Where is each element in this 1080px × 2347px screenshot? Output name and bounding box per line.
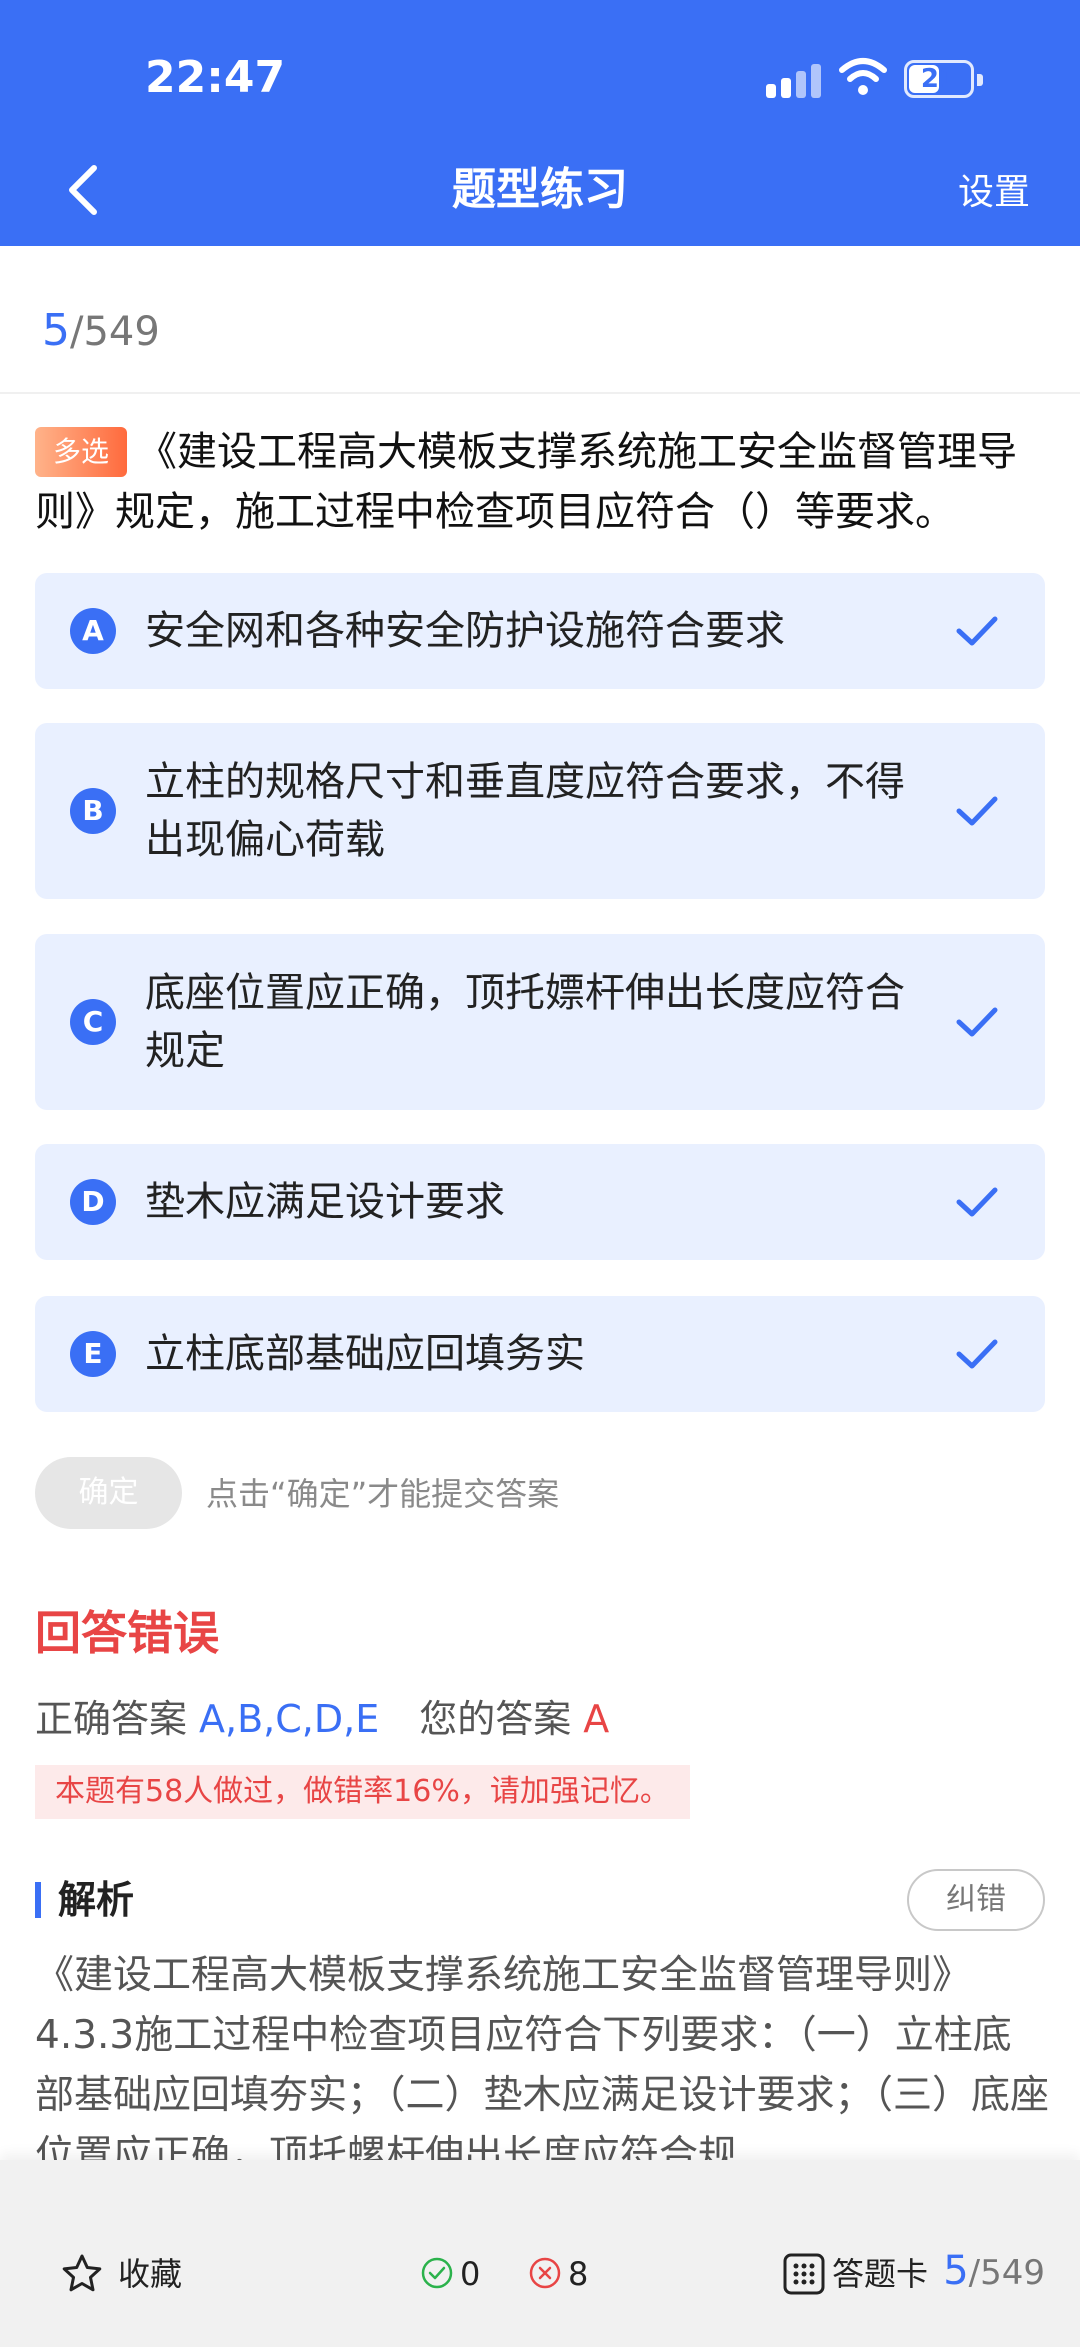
correct-count: 0 (460, 2255, 481, 2293)
option-e[interactable]: E 立柱底部基础应回填务实 (35, 1296, 1045, 1412)
result-title: 回答错误 (35, 1606, 219, 1660)
error-rate-notice: 本题有58人做过，做错率16%，请加强记忆。 (35, 1765, 690, 1819)
your-answer-value: A (583, 1697, 610, 1741)
favorite-button[interactable]: 收藏 (118, 2252, 182, 2296)
star-icon[interactable] (60, 2252, 104, 2296)
option-d[interactable]: D 垫木应满足设计要求 (35, 1144, 1045, 1260)
option-letter: B (70, 788, 116, 834)
cellular-signal-icon (766, 62, 822, 98)
report-error-button[interactable]: 纠错 (907, 1869, 1045, 1931)
checkmark-icon (956, 1007, 998, 1037)
option-text: 底座位置应正确，顶托嫖杆伸出长度应符合规定 (145, 970, 905, 1074)
status-time: 22:47 (145, 52, 286, 103)
question-progress: 5/549 (42, 305, 160, 356)
bottom-bar: 收藏 0 8 答题卡 5/549 (0, 2160, 1080, 2347)
option-text: 安全网和各种安全防护设施符合要求 (145, 608, 785, 654)
progress-current: 5 (42, 305, 70, 356)
correct-answer-value: A,B,C,D,E (199, 1697, 380, 1741)
progress-total: /549 (70, 309, 160, 355)
checkmark-icon (956, 616, 998, 646)
correct-answer-label: 正确答案 (35, 1697, 188, 1741)
question-stem: 多选 《建设工程高大模板支撑系统施工安全监督管理导则》规定，施工过程中检查项目应符… (35, 422, 1045, 542)
option-a[interactable]: A 安全网和各种安全防护设施符合要求 (35, 573, 1045, 689)
battery-icon: 21 (904, 60, 983, 98)
analysis-text: 《建设工程高大模板支撑系统施工安全监督管理导则》4.3.3施工过程中检查项目应符… (35, 1953, 1050, 2160)
analysis-title: 解析 (58, 1878, 135, 1922)
header: 22:47 21 题型练习 设置 (0, 0, 1080, 246)
section-accent (35, 1882, 41, 1918)
confirm-button[interactable]: 确定 (35, 1457, 182, 1529)
x-circle-icon (529, 2257, 561, 2289)
your-answer-label: 您的答案 (419, 1697, 572, 1741)
option-text: 垫木应满足设计要求 (145, 1179, 505, 1225)
battery-level: 21 (920, 64, 958, 94)
wifi-icon (839, 58, 887, 95)
option-c[interactable]: C 底座位置应正确，顶托嫖杆伸出长度应符合规定 (35, 934, 1045, 1110)
option-b[interactable]: B 立柱的规格尺寸和垂直度应符合要求，不得出现偏心荷载 (35, 723, 1045, 899)
option-text: 立柱底部基础应回填务实 (145, 1331, 585, 1377)
settings-button[interactable]: 设置 (958, 168, 1030, 218)
checkmark-icon (956, 1339, 998, 1369)
check-circle-icon (421, 2257, 453, 2289)
option-text: 立柱的规格尺寸和垂直度应符合要求，不得出现偏心荷载 (145, 759, 905, 863)
question-type-badge: 多选 (35, 427, 127, 477)
checkmark-icon (956, 796, 998, 826)
divider (0, 392, 1080, 394)
checkmark-icon (956, 1187, 998, 1217)
option-letter: A (70, 608, 116, 654)
confirm-hint: 点击“确定”才能提交答案 (206, 1475, 560, 1513)
option-letter: E (70, 1331, 116, 1377)
option-letter: D (70, 1179, 116, 1225)
bottom-progress: 5/549 (943, 2246, 1045, 2298)
bottom-progress-current: 5 (943, 2248, 969, 2294)
page-title: 题型练习 (452, 164, 628, 215)
bottom-progress-total: /549 (968, 2253, 1045, 2293)
grid-icon[interactable] (782, 2252, 826, 2296)
answer-card-button[interactable]: 答题卡 (832, 2252, 928, 2296)
answer-summary: 正确答案 A,B,C,D,E 您的答案 A (35, 1693, 609, 1745)
option-letter: C (70, 999, 116, 1045)
wrong-count: 8 (568, 2255, 589, 2293)
question-text: 《建设工程高大模板支撑系统施工安全监督管理导则》规定，施工过程中检查项目应符合（… (35, 429, 1017, 535)
